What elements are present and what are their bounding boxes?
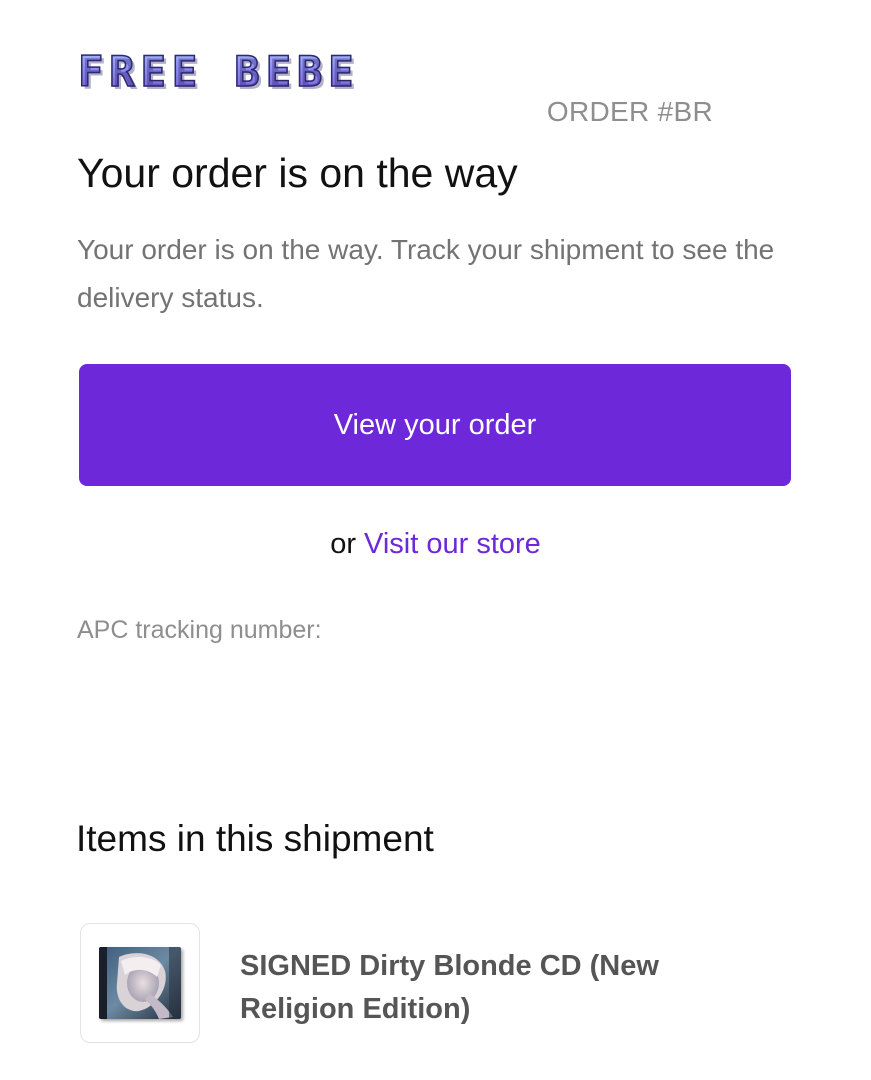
page-title: Your order is on the way: [77, 150, 518, 196]
order-number: ORDER #BR: [546, 96, 713, 127]
brand-logo[interactable]: FREE BEBE: [77, 46, 418, 97]
store-line: or Visit our store: [0, 528, 871, 561]
view-order-button[interactable]: View your order: [79, 364, 791, 486]
tracking-number-label: APC tracking number:: [77, 616, 322, 644]
shipment-item[interactable]: SIGNED Dirty Blonde CD (New Religion Edi…: [80, 923, 800, 1045]
items-heading: Items in this shipment: [76, 818, 434, 859]
item-thumbnail[interactable]: [80, 923, 200, 1043]
item-title[interactable]: SIGNED Dirty Blonde CD (New Religion Edi…: [240, 945, 740, 1031]
cd-cover-image: [99, 947, 181, 1019]
store-prefix: or: [330, 528, 356, 560]
intro-text: Your order is on the way. Track your shi…: [77, 234, 775, 313]
visit-store-link[interactable]: Visit our store: [364, 528, 541, 560]
